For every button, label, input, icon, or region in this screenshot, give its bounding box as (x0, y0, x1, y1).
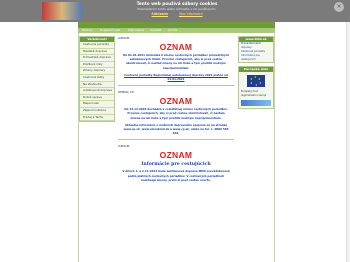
notice-paragraph: Od 01.01.2021 dochádza k zmene cestovnýc… (122, 53, 230, 70)
notice-title: OZNAM (159, 96, 193, 107)
sidebar-item[interactable]: Dobrá sprava (80, 94, 114, 102)
notice-title: OZNAM (159, 150, 193, 161)
right-sidebar: www.RAD.sk Prevádzkovateľ dopravy Cestov… (238, 36, 274, 112)
divider (118, 85, 234, 87)
sidebar-item[interactable]: Diaľkové linky (80, 61, 114, 69)
right-box-rad: www.RAD.sk Prevádzkovateľ dopravy Cestov… (238, 36, 274, 63)
notice-paragraph: Aktuálne informácie o možnosti dopravnéh… (123, 122, 229, 136)
timetable-link[interactable]: Cestovné poriadky Regionálnej autobusove… (124, 73, 228, 81)
nav-item-home[interactable]: Domov (82, 28, 93, 33)
cookie-links: Súhlasím Viac informácií (84, 11, 270, 17)
right-box-eu: Európska únia ★ ★ ★ ★ ★ ★ Európsky fond … (238, 66, 274, 110)
cookie-banner-image (42, 2, 82, 20)
sidebar-item[interactable]: Cestovné lístky (80, 74, 114, 82)
notice-title: OZNAM (159, 42, 193, 52)
nav-item-archive[interactable]: Archív (168, 28, 177, 33)
main-nav: Domov O spoločnosti Informácie Kontakt A… (78, 28, 275, 33)
sidebar-item[interactable]: Cestovné poriadky (80, 42, 114, 49)
sidebar-item[interactable]: Zápis kronikárov (80, 107, 114, 115)
sidebar-item[interactable]: Autobusová doprava (80, 88, 114, 95)
sidebar-item[interactable]: Predaj a Tarifa (80, 114, 114, 122)
notice-section: OZNAM OZNAM Informácie pre cestujúcich V… (118, 144, 234, 182)
divider (118, 139, 234, 141)
notice-subtitle: Informácie pre cestujúcich (141, 162, 211, 168)
right-box-heading: Európska únia (239, 67, 273, 72)
sidebar-item[interactable]: Mapa liniek (80, 101, 114, 108)
notice-paragraph: V dňoch 1. a 2.11.2024 bude autobusová d… (122, 169, 230, 182)
nav-item-about[interactable]: O spoločnosti (100, 28, 120, 33)
eu-fund-text: Európsky fond regionálneho rozvoja (241, 90, 267, 97)
right-box-line[interactable]: Informácie pre cestujúcich (239, 54, 273, 62)
notice-link[interactable]: Cestovné poriadky Regionálnej autobusove… (122, 73, 230, 81)
nav-item-contact[interactable]: Kontakt (150, 28, 161, 33)
cookie-agree-button[interactable]: Súhlasím (152, 12, 168, 16)
notice-section: OZNAM OZNAM Od 01.01.2021 dochádza k zme… (118, 36, 234, 81)
right-box-line[interactable]: Prevádzkovateľ dopravy (239, 42, 273, 50)
close-icon[interactable]: × (334, 2, 344, 12)
sidebar-item[interactable]: Na stiahnutie (80, 81, 114, 89)
eu-flag-icon: ★ ★ ★ ★ ★ ★ (247, 75, 265, 87)
nav-item-info[interactable]: Informácie (128, 28, 144, 33)
sidebar-item[interactable]: Zmeny dopravy (80, 68, 114, 75)
notice-section: ZMENA CP OZNAM Od 13.12.2020 dochádza k … (118, 90, 234, 135)
cookie-more-link[interactable]: Viac informácií (179, 12, 203, 16)
sidebar-item[interactable]: Mestská doprava (80, 48, 114, 56)
scrollbar[interactable] (346, 22, 350, 262)
left-menu: Verbálnosti Cestovné poriadky Mestská do… (79, 36, 115, 123)
partner-logo (241, 100, 271, 107)
cookie-bar: Tento web používá súbory cookies Prehlia… (0, 0, 350, 22)
left-sidebar: Verbálnosti Cestovné poriadky Mestská do… (79, 36, 115, 262)
notice-paragraph: Od 13.12.2020 dochádza k celoštátnej zme… (124, 107, 228, 120)
main-content: OZNAM OZNAM Od 01.01.2021 dochádza k zme… (118, 36, 234, 185)
cookie-message: Tento web používá súbory cookies Prehlia… (84, 1, 270, 21)
sidebar-item[interactable]: Prímestská doprava (80, 55, 114, 62)
